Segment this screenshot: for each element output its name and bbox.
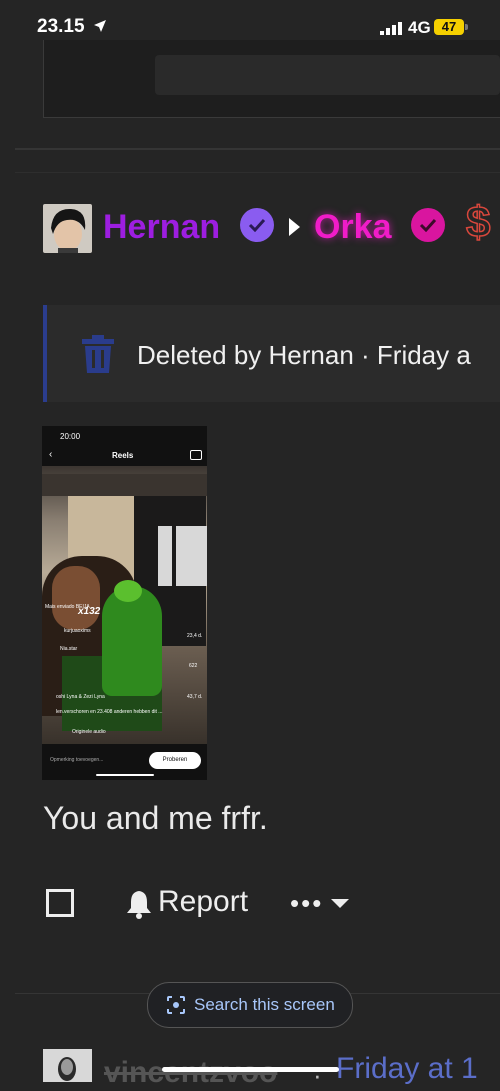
share-count: 43,7 d.	[187, 694, 203, 700]
more-options-button[interactable]: •••	[290, 888, 323, 919]
next-post-date-link[interactable]: Friday at 1	[336, 1052, 478, 1086]
post-message: You and me frfr.	[43, 800, 268, 836]
next-author-avatar[interactable]	[43, 1049, 92, 1082]
reel-views-text: len.verschoren en 23.408 anderen hebben …	[56, 709, 163, 715]
reel-audio: Originele audio	[72, 729, 106, 735]
select-checkbox[interactable]	[46, 889, 74, 917]
next-author-name[interactable]: vincentzvoo	[104, 1056, 277, 1090]
author-avatar[interactable]	[43, 204, 92, 253]
chevron-down-icon[interactable]	[331, 899, 349, 908]
deleted-notice-text: Deleted by Hernan · Friday a	[137, 340, 471, 370]
reel-title: Reels	[112, 451, 134, 460]
author-name[interactable]: Hernan	[103, 208, 220, 247]
comment-count: 622	[189, 663, 198, 669]
lens-search-icon	[167, 996, 185, 1014]
comment-placeholder: Opmerking toevoegen...	[50, 757, 104, 763]
verified-badge-icon	[411, 208, 445, 242]
camera-icon	[190, 450, 202, 460]
blurred-content	[155, 55, 500, 95]
separator: ·	[313, 1060, 322, 1090]
bell-icon[interactable]	[125, 889, 153, 919]
reel-wall	[42, 474, 207, 496]
recipient-name[interactable]: Orka	[314, 208, 392, 247]
reel-handle: kurjuaoxims	[64, 628, 91, 634]
trash-icon	[82, 335, 114, 373]
reel-status-time: 20:00	[60, 432, 81, 441]
reel-music-credit: oshi Lyna & Zezi Lyna	[56, 694, 105, 700]
reel-window	[154, 526, 207, 586]
divider	[15, 148, 500, 150]
reel-window-bar	[172, 526, 176, 586]
search-this-screen-label: Search this screen	[194, 995, 335, 1014]
like-count: 23,4 d.	[187, 633, 203, 639]
arrow-right-icon	[289, 218, 300, 236]
report-button[interactable]: Report	[158, 885, 248, 919]
home-indicator[interactable]	[162, 1067, 339, 1072]
status-time: 23.15	[37, 16, 85, 37]
reel-home-indicator	[96, 774, 154, 776]
divider	[15, 172, 500, 173]
reel-frog-eye	[114, 580, 142, 602]
try-button: Proberen	[149, 752, 201, 769]
location-arrow-icon	[94, 20, 106, 32]
reel-frog-puppet	[102, 586, 162, 696]
battery-tip	[465, 24, 468, 30]
verified-badge-icon	[240, 208, 274, 242]
reel-likes-overlay: x132	[78, 606, 101, 617]
reel-second-handle: Nia.star	[60, 646, 78, 652]
battery-icon: 47	[434, 19, 464, 35]
back-icon: ‹	[49, 449, 53, 460]
signal-icon	[380, 22, 402, 35]
reel-face	[52, 566, 100, 630]
reel-screenshot-image[interactable]: 20:00 ‹ Reels Mais enviado BEIJA x132 ku…	[42, 426, 207, 780]
network-type: 4G	[408, 18, 431, 37]
dollar-icon: $	[465, 197, 491, 248]
